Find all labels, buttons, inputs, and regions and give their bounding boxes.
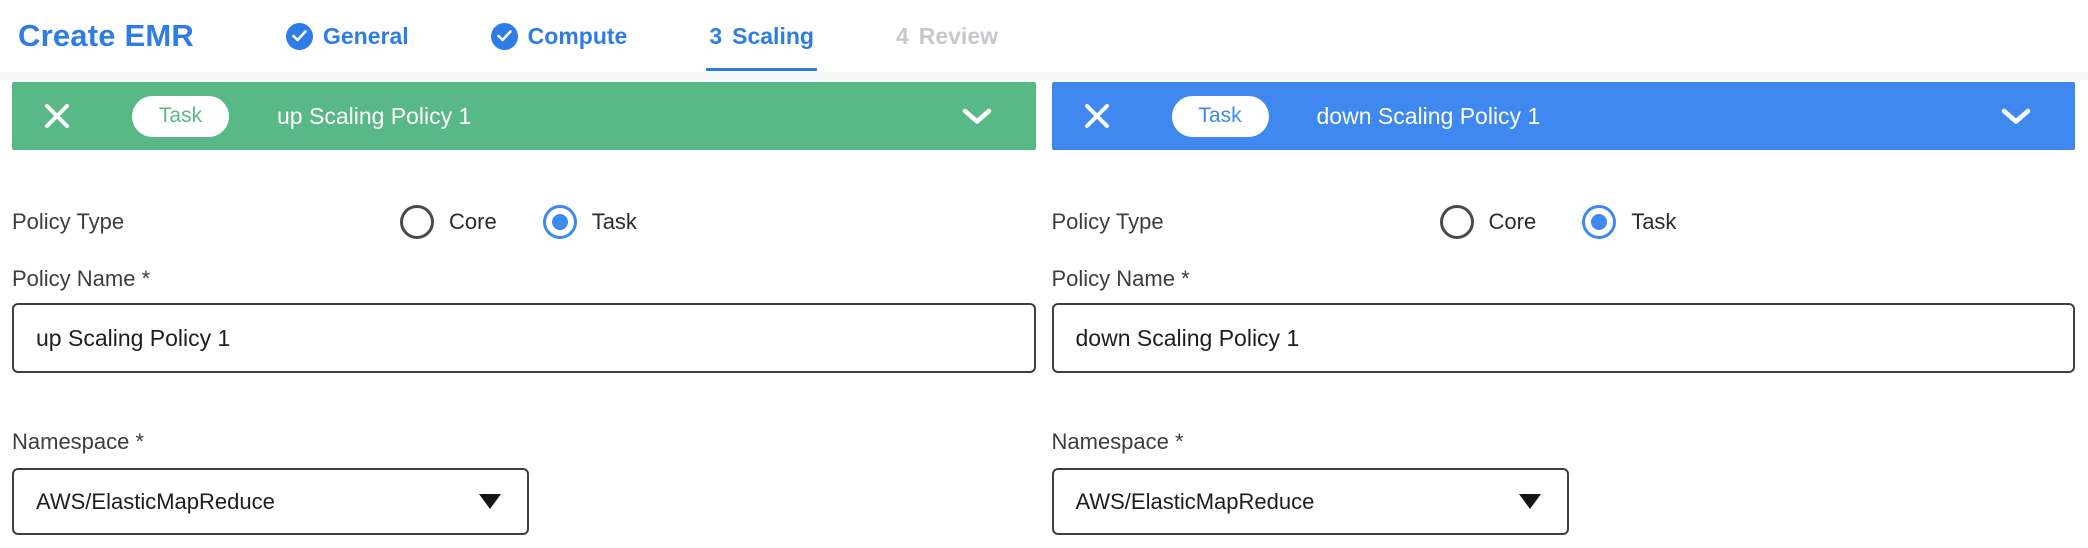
radio-label: Task	[1631, 209, 1676, 235]
policy-name-label: Policy Name *	[1052, 265, 2076, 292]
scale-up-policy-header[interactable]: Task up Scaling Policy 1	[12, 82, 1036, 150]
radio-checked-icon[interactable]	[543, 205, 577, 239]
chevron-down-icon[interactable]	[2001, 108, 2031, 125]
namespace-group: Namespace * AWS/ElasticMapReduce	[1052, 428, 2076, 535]
radio-label: Core	[449, 209, 497, 235]
scaling-policies-area: Task up Scaling Policy 1 Policy Type Cor…	[0, 82, 2088, 535]
step-scaling[interactable]: 3 Scaling	[709, 0, 814, 72]
radio-option-core[interactable]: Core	[1440, 205, 1537, 239]
check-circle-icon	[491, 23, 518, 50]
step-general[interactable]: General	[286, 0, 409, 72]
scale-down-policy-card: Task down Scaling Policy 1 Policy Type C…	[1052, 82, 2076, 535]
caret-down-icon	[1519, 494, 1541, 509]
policy-type-label: Policy Type	[1052, 209, 1440, 235]
namespace-selected-value: AWS/ElasticMapReduce	[1076, 489, 1315, 515]
scale-down-policy-header[interactable]: Task down Scaling Policy 1	[1052, 82, 2076, 150]
policy-name-input[interactable]: up Scaling Policy 1	[12, 303, 1036, 373]
policy-type-badge: Task	[1172, 96, 1269, 137]
caret-down-icon	[479, 494, 501, 509]
step-label: General	[323, 23, 409, 50]
policy-name-input[interactable]: down Scaling Policy 1	[1052, 303, 2076, 373]
wizard-nav: Create EMR General Compute 3 Scaling 4 R…	[0, 0, 2088, 72]
policy-type-row: Policy Type Core Task	[12, 203, 1036, 241]
scale-up-policy-card: Task up Scaling Policy 1 Policy Type Cor…	[12, 82, 1036, 535]
step-number: 3	[709, 23, 722, 50]
radio-checked-icon[interactable]	[1582, 205, 1616, 239]
namespace-label: Namespace *	[12, 428, 1036, 455]
policy-name-label: Policy Name *	[12, 265, 1036, 292]
policy-type-row: Policy Type Core Task	[1052, 203, 2076, 241]
policy-name-group: Policy Name * down Scaling Policy 1	[1052, 265, 2076, 373]
policy-title: down Scaling Policy 1	[1317, 103, 1541, 130]
check-circle-icon	[286, 23, 313, 50]
step-review[interactable]: 4 Review	[896, 0, 998, 72]
namespace-selected-value: AWS/ElasticMapReduce	[36, 489, 275, 515]
namespace-label: Namespace *	[1052, 428, 2076, 455]
radio-option-core[interactable]: Core	[400, 205, 497, 239]
policy-title: up Scaling Policy 1	[277, 103, 471, 130]
step-number: 4	[896, 23, 909, 50]
radio-label: Core	[1489, 209, 1537, 235]
radio-label: Task	[592, 209, 637, 235]
policy-name-group: Policy Name * up Scaling Policy 1	[12, 265, 1036, 373]
step-label: Review	[919, 23, 998, 50]
step-label: Scaling	[732, 23, 814, 50]
radio-unchecked-icon[interactable]	[1440, 205, 1474, 239]
x-icon[interactable]	[1084, 103, 1110, 129]
radio-unchecked-icon[interactable]	[400, 205, 434, 239]
step-compute[interactable]: Compute	[491, 0, 628, 72]
namespace-select[interactable]: AWS/ElasticMapReduce	[1052, 468, 1569, 535]
policy-type-badge: Task	[132, 96, 229, 137]
radio-option-task[interactable]: Task	[1582, 205, 1676, 239]
namespace-select[interactable]: AWS/ElasticMapReduce	[12, 468, 529, 535]
radio-option-task[interactable]: Task	[543, 205, 637, 239]
chevron-down-icon[interactable]	[962, 108, 992, 125]
page-title: Create EMR	[18, 0, 194, 72]
step-label: Compute	[528, 23, 628, 50]
namespace-group: Namespace * AWS/ElasticMapReduce	[12, 428, 1036, 535]
x-icon[interactable]	[44, 103, 70, 129]
nav-divider	[0, 72, 2088, 80]
policy-type-label: Policy Type	[12, 209, 400, 235]
